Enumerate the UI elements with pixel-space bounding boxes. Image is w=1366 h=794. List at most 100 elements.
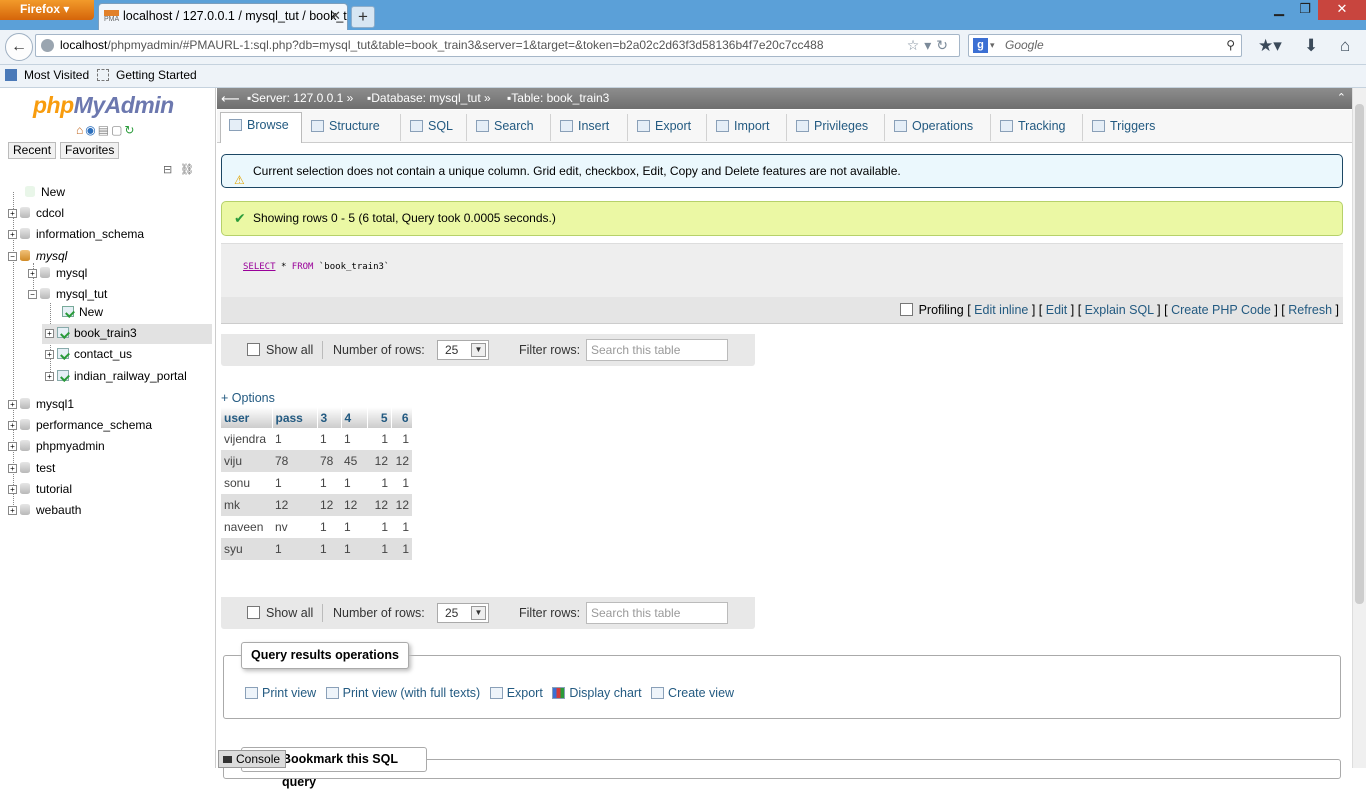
tree-db-mysql-child[interactable]: + mysql <box>28 266 87 280</box>
tab-operations[interactable]: Operations <box>886 114 991 141</box>
tree-table-contact-us[interactable]: + contact_us <box>45 347 132 361</box>
query-results-operations-legend: Query results operations <box>241 642 409 669</box>
bookmarks-menu-icon[interactable]: ★▾ <box>1258 36 1282 56</box>
filter-rows-input[interactable]: Search this table <box>586 339 728 361</box>
tab-triggers[interactable]: Triggers <box>1084 114 1174 141</box>
print-view-full-link[interactable]: Print view (with full texts) <box>325 686 480 700</box>
search-icon[interactable]: ⚲ <box>1226 35 1235 56</box>
show-all-toggle[interactable]: Show all <box>247 334 313 366</box>
help-icon[interactable]: ◉ <box>85 123 97 137</box>
expand-icon: + <box>8 442 17 451</box>
breadcrumb-server[interactable]: ▪Server: 127.0.0.1 » <box>247 88 353 109</box>
profiling-checkbox[interactable] <box>899 303 913 316</box>
search-bar[interactable]: g ▾ Google ⚲ <box>968 34 1242 57</box>
google-icon: g <box>973 38 988 53</box>
options-link[interactable]: + Options <box>221 391 275 405</box>
tree-db-cdcol[interactable]: + cdcol <box>8 206 64 220</box>
reload-icon[interactable]: ↻ <box>124 123 136 137</box>
filter-rows-input[interactable]: Search this table <box>586 602 728 624</box>
browser-tab[interactable]: PMA localhost / 127.0.0.1 / mysql_tut / … <box>98 3 348 30</box>
breadcrumb-table[interactable]: ▪Table: book_train3 <box>507 88 609 109</box>
edit-link[interactable]: Edit <box>1046 303 1068 317</box>
privileges-icon <box>796 120 809 132</box>
recent-button[interactable]: Recent <box>8 142 57 159</box>
window-close-button[interactable]: ✕ <box>1318 0 1366 20</box>
export-link[interactable]: Export <box>489 686 543 700</box>
table-row: vijendra 1 1 1 1 1 <box>221 428 412 450</box>
edit-inline-link[interactable]: Edit inline <box>974 303 1028 317</box>
window-minimize-button[interactable]: ▁ <box>1266 0 1292 20</box>
home-icon[interactable]: ⌂ <box>1340 36 1350 56</box>
tree-table-indian-railway-portal[interactable]: + indian_railway_portal <box>45 369 187 383</box>
console-button[interactable]: Console <box>218 750 286 768</box>
downloads-icon[interactable]: ⬇ <box>1304 36 1318 56</box>
favorites-button[interactable]: Favorites <box>60 142 120 159</box>
bookmark-star-icon[interactable]: ☆▾↻ <box>907 35 953 56</box>
column-header[interactable]: 3 <box>317 407 342 428</box>
tree-db-mysql-tut[interactable]: − mysql_tut <box>28 287 107 301</box>
breadcrumb-database[interactable]: ▪Database: mysql_tut » <box>367 88 491 109</box>
settings-icon[interactable]: ▢ <box>111 123 124 137</box>
create-view-link[interactable]: Create view <box>651 686 734 700</box>
chevron-down-icon[interactable]: ▾ <box>990 35 995 56</box>
rows-per-page-select[interactable]: 25 ▼ <box>437 340 489 360</box>
display-chart-link[interactable]: Display chart <box>552 686 642 700</box>
tree-db-mysql1[interactable]: + mysql1 <box>8 397 74 411</box>
tab-tracking[interactable]: Tracking <box>992 114 1083 141</box>
tab-browse[interactable]: Browse <box>220 112 302 143</box>
collapse-all-icon[interactable]: ⊟ <box>163 163 172 176</box>
expand-icon: + <box>8 400 17 409</box>
tree-db-mysql[interactable]: − mysql <box>8 249 67 263</box>
bookmark-getting-started[interactable]: Getting Started <box>116 65 197 86</box>
tree-db-information-schema[interactable]: + information_schema <box>8 227 144 241</box>
column-header[interactable]: 6 <box>391 407 413 428</box>
export-icon <box>637 120 650 132</box>
back-button[interactable]: ← <box>5 33 33 61</box>
tab-import[interactable]: Import <box>708 114 787 141</box>
tab-close-icon[interactable]: ✕ <box>330 4 341 28</box>
tab-search[interactable]: Search <box>468 114 551 141</box>
tree-db-tutorial[interactable]: + tutorial <box>8 482 72 496</box>
column-header[interactable]: pass <box>272 407 318 428</box>
column-header[interactable]: 5 <box>367 407 392 428</box>
rows-per-page-select[interactable]: 25 ▼ <box>437 603 489 623</box>
docs-icon[interactable]: ▤ <box>98 123 111 137</box>
bookmark-most-visited[interactable]: Most Visited <box>24 65 89 86</box>
column-header[interactable]: user <box>221 407 273 428</box>
firefox-menu-button[interactable]: Firefox ▾ <box>0 0 94 20</box>
tab-insert[interactable]: Insert <box>552 114 628 141</box>
new-tab-button[interactable]: + <box>351 6 375 28</box>
vertical-scrollbar[interactable] <box>1352 88 1366 768</box>
database-icon <box>20 483 30 494</box>
window-restore-button[interactable]: ❐ <box>1292 0 1318 20</box>
column-header[interactable]: 4 <box>341 407 368 428</box>
link-icon[interactable]: ⛓ <box>180 163 194 176</box>
tab-export[interactable]: Export <box>629 114 707 141</box>
database-icon <box>20 228 30 239</box>
tab-sql[interactable]: SQL <box>402 114 467 141</box>
phpmyadmin-logo[interactable]: phpMyAdmin <box>33 92 174 119</box>
tree-table-book-train3[interactable]: + book_train3 <box>45 326 137 340</box>
table-row: syu 1 1 1 1 1 <box>221 538 412 560</box>
tree-item-new[interactable]: New <box>25 185 65 199</box>
tree-db-phpmyadmin[interactable]: + phpmyadmin <box>8 439 105 453</box>
double-chevron-up-icon[interactable]: ⌃ <box>1337 88 1346 109</box>
tree-db-test[interactable]: + test <box>8 461 55 475</box>
create-php-code-link[interactable]: Create PHP Code <box>1171 303 1271 317</box>
explain-sql-link[interactable]: Explain SQL <box>1085 303 1154 317</box>
tree-table-new[interactable]: New <box>62 305 103 319</box>
refresh-link[interactable]: Refresh <box>1288 303 1332 317</box>
tree-db-performance-schema[interactable]: + performance_schema <box>8 418 152 432</box>
home-icon[interactable]: ⌂ <box>76 123 85 137</box>
tab-privileges[interactable]: Privileges <box>788 114 885 141</box>
results-navigation-bottom: Show all Number of rows: 25 ▼ Filter rows… <box>221 597 755 629</box>
url-bar[interactable]: localhost/phpmyadmin/#PMAURL-1:sql.php?d… <box>35 34 960 57</box>
database-icon <box>20 504 30 515</box>
print-view-link[interactable]: Print view <box>245 686 316 700</box>
tree-db-webauth[interactable]: + webauth <box>8 503 81 517</box>
collapse-panel-icon[interactable]: ⟵ <box>221 88 240 109</box>
tab-structure[interactable]: Structure <box>303 114 401 141</box>
pma-favicon-icon: PMA <box>104 10 119 24</box>
sql-query-text[interactable]: SELECT * FROM `book_train3` <box>243 262 389 272</box>
show-all-toggle[interactable]: Show all <box>247 597 313 629</box>
